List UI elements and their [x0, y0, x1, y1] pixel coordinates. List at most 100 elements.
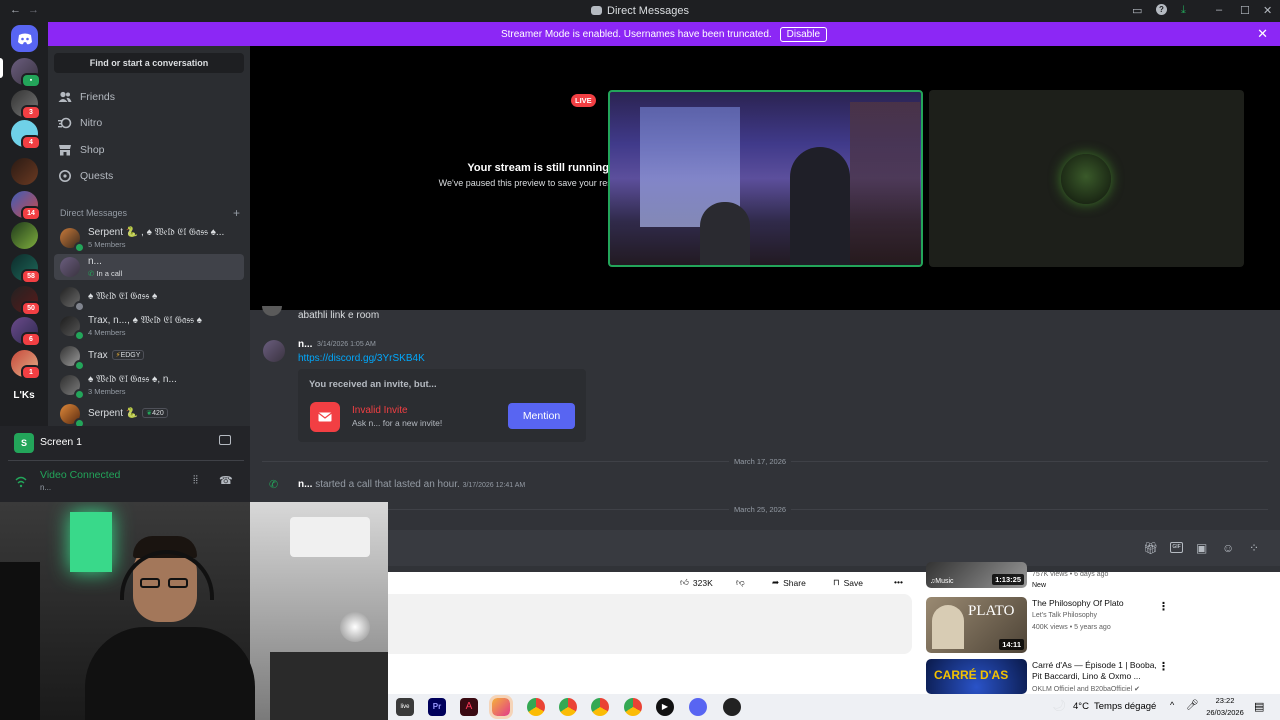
maximize-icon[interactable]: ☐ [1240, 4, 1250, 17]
dm-item[interactable]: ♠ 𝔚𝔢𝔩𝔡 𝔈𝔩 𝔊𝔞𝔰𝔰 ♠, n... 3 Members [54, 372, 244, 400]
server-icon[interactable]: 1 [11, 350, 41, 380]
dm-item[interactable]: ♠ 𝔚𝔢𝔩𝔡 𝔈𝔩 𝔊𝔞𝔰𝔰 ♠ [54, 284, 244, 312]
nav-friends[interactable]: Friends [58, 86, 244, 108]
disconnect-icon[interactable]: ☎ [219, 474, 233, 487]
gif-icon[interactable]: GIF [1170, 542, 1183, 553]
streamer-hoodie [85, 627, 255, 720]
mention-button[interactable]: Mention [508, 403, 575, 429]
discord-home-icon[interactable] [11, 25, 38, 52]
share-button[interactable]: ➦ Share [772, 577, 806, 588]
clock-time[interactable]: 23:22 [1202, 696, 1248, 705]
share-icon: ➦ [772, 577, 780, 587]
help-icon[interactable]: ? [1156, 4, 1167, 15]
video-title[interactable]: The Philosophy Of Plato [1032, 598, 1166, 609]
invite-link[interactable]: https://discord.gg/3YrSKB4K [298, 353, 425, 364]
clock-date[interactable]: 26/03/2026 [1202, 708, 1248, 717]
description-box[interactable] [388, 594, 912, 654]
video-menu-icon[interactable]: ⋮ [1158, 600, 1169, 613]
server-icon[interactable] [11, 222, 38, 249]
nav-nitro-label: Nitro [80, 117, 103, 129]
weather-temp[interactable]: 4°C [1073, 701, 1089, 712]
server-text-icon[interactable]: L'Ks [8, 382, 40, 409]
premiere-icon[interactable]: Pr [428, 698, 446, 716]
download-icon[interactable]: ⤓ [1181, 4, 1186, 17]
sticker-icon[interactable]: ▣ [1196, 541, 1207, 555]
dm-item[interactable]: Serpent 🐍 , ♠ 𝔚𝔢𝔩𝔡 𝔈𝔩 𝔊𝔞𝔰𝔰 ♠... 5 Member… [54, 225, 244, 253]
mention-badge: 4 [21, 135, 41, 150]
weather-text[interactable]: Temps dégagé [1094, 701, 1156, 712]
server-icon[interactable]: 58 [11, 254, 41, 284]
guild-tag: ❦420 [142, 408, 168, 418]
inbox-icon[interactable]: ▭ [1132, 4, 1142, 17]
friends-icon [58, 90, 72, 104]
find-conversation-button[interactable]: Find or start a conversation [54, 53, 244, 73]
instagram-icon[interactable] [489, 695, 513, 719]
noise-suppression-icon[interactable]: ⦙⦙ [193, 474, 198, 487]
server-icon[interactable]: 3 [11, 90, 41, 120]
call-message: n... started a call that lasted an hour.… [298, 479, 525, 490]
disable-streamer-mode-button[interactable]: Disable [779, 26, 828, 42]
nav-shop[interactable]: Shop [58, 139, 244, 161]
mention-badge: 58 [21, 269, 41, 284]
webcam-overlay [0, 502, 388, 720]
affinity-icon[interactable]: A [460, 698, 478, 716]
nav-nitro[interactable]: Nitro [58, 112, 244, 134]
message-author[interactable]: n... [298, 339, 312, 350]
recommended-thumbnail[interactable]: CARRÉ D'AS [926, 659, 1027, 694]
call-author[interactable]: n... [298, 479, 312, 490]
live-badge: LIVE [571, 94, 596, 107]
server-icon[interactable] [11, 158, 38, 185]
tray-chevron-icon[interactable]: ^ [1170, 700, 1174, 710]
call-stage: Your stream is still running! We've paus… [250, 46, 1280, 310]
more-actions-icon[interactable]: ••• [894, 577, 903, 587]
server-icon[interactable]: 4 [11, 120, 41, 150]
chrome-icon[interactable] [591, 698, 609, 716]
save-button[interactable]: ⊓ Save [833, 577, 863, 588]
date-divider: March 17, 2026 [250, 457, 1270, 466]
server-icon[interactable]: 50 [11, 286, 41, 316]
app-icon[interactable] [723, 698, 741, 716]
close-banner-icon[interactable]: ✕ [1257, 26, 1268, 42]
server-icon[interactable]: 6 [11, 317, 41, 347]
create-dm-plus-icon[interactable]: + [233, 206, 240, 220]
server-icon[interactable]: 14 [11, 191, 41, 221]
apps-icon[interactable]: ⁘ [1249, 541, 1259, 555]
acoustic-panel [0, 562, 40, 720]
avatar[interactable] [263, 340, 285, 362]
video-menu-icon[interactable]: ⋮ [1158, 660, 1169, 673]
media-player-icon[interactable]: ▶ [656, 698, 674, 716]
stream-tile[interactable] [608, 90, 923, 267]
like-button[interactable]: 👍︎ 323K [680, 577, 713, 588]
stop-stream-icon[interactable] [219, 435, 231, 445]
close-window-icon[interactable]: ✕ [1263, 4, 1272, 17]
server-icon[interactable]: ▪ [11, 58, 41, 88]
new-badge: New [1032, 582, 1047, 589]
dm-item[interactable]: Serpent 🐍 ❦420 [54, 401, 244, 429]
channel-name[interactable]: OKLM Officiel and B20baOfficiel [1032, 686, 1132, 693]
dm-item-active[interactable]: n... ✆ In a call [54, 254, 244, 280]
gift-icon[interactable]: 🎁︎ [1143, 541, 1158, 555]
channel-name[interactable]: Let's Talk Philosophy [1032, 612, 1097, 619]
live-app-icon[interactable]: live [396, 698, 414, 716]
green-light [70, 512, 112, 572]
discord-taskbar-icon[interactable] [689, 698, 707, 716]
chrome-icon[interactable] [527, 698, 545, 716]
studio-desk [270, 652, 388, 720]
dm-item[interactable]: Trax, n..., ♠ 𝔚𝔢𝔩𝔡 𝔈𝔩 𝔊𝔞𝔰𝔰 ♠ 4 Members [54, 313, 244, 341]
minimize-icon[interactable]: – [1216, 4, 1222, 16]
chrome-icon[interactable] [559, 698, 577, 716]
call-timestamp: 3/17/2026 12:41 AM [462, 482, 526, 489]
voice-status[interactable]: Video Connected [40, 469, 120, 481]
chrome-icon[interactable] [624, 698, 642, 716]
recommended-thumbnail[interactable]: PLATO 14:11 [926, 597, 1027, 653]
dm-item[interactable]: Trax ⚡EDGY [54, 343, 244, 371]
video-title[interactable]: Carré d'As — Épisode 1 | Booba, Pit Bacc… [1032, 660, 1166, 682]
dislike-button[interactable]: 👎︎ [736, 577, 745, 588]
notifications-icon[interactable]: ▤ [1254, 700, 1264, 713]
emoji-icon[interactable]: ☺ [1222, 541, 1234, 555]
divider [8, 460, 244, 461]
microphone-icon[interactable]: 🎤︎ [1186, 700, 1199, 711]
nav-quests[interactable]: Quests [58, 165, 244, 187]
recommended-thumbnail[interactable]: ♫Music 1:13:25 [926, 562, 1027, 588]
participant-tile[interactable] [929, 90, 1244, 267]
